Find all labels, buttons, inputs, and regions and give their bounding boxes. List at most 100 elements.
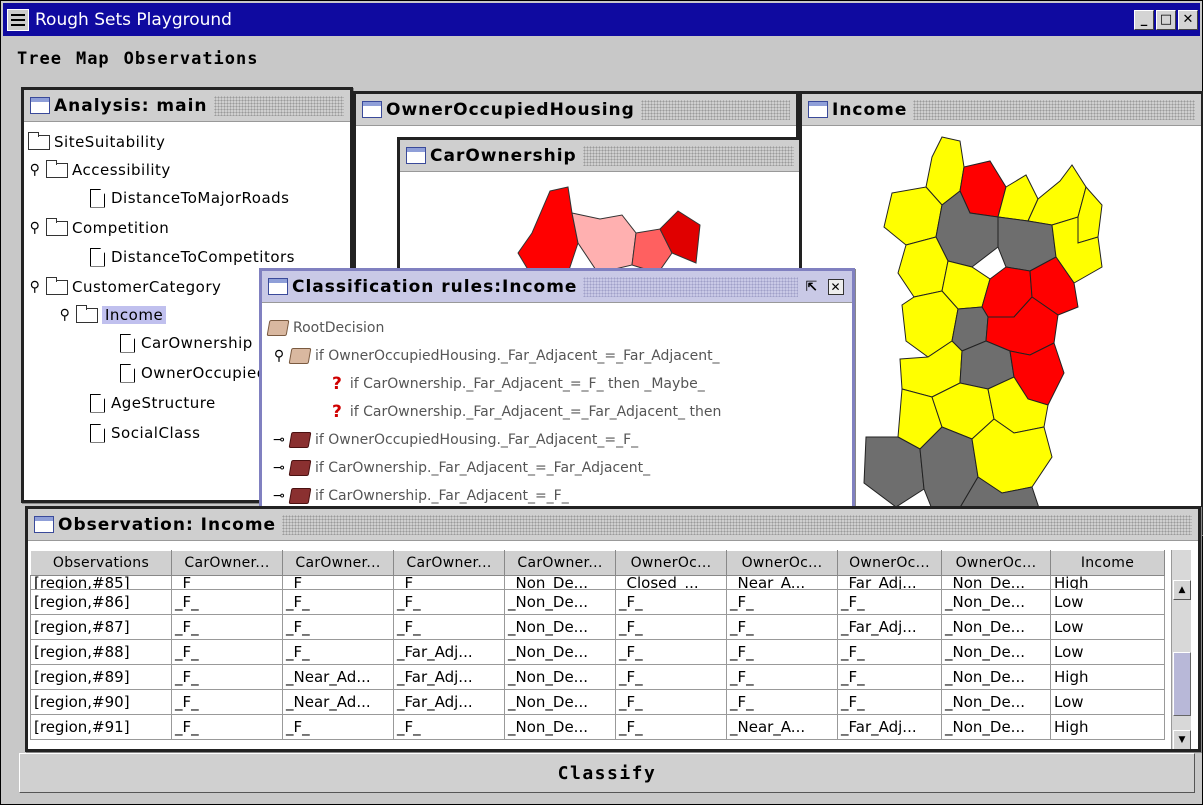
minimize-icon[interactable]: _	[1134, 9, 1154, 30]
table-cell[interactable]: _F_	[171, 639, 283, 665]
tree-node-income[interactable]: ⚲ Income	[58, 304, 167, 326]
tree-node-accessibility[interactable]: ⚲ Accessibility	[28, 159, 171, 181]
table-cell[interactable]: _Non_De...	[504, 589, 616, 615]
table-cell[interactable]: _F_	[282, 614, 394, 640]
table-cell[interactable]: _F_	[726, 664, 838, 690]
region-shape[interactable]	[897, 236, 949, 298]
table-cell[interactable]: [region,#87]	[30, 614, 172, 640]
table-cell[interactable]: _F_	[282, 714, 394, 740]
table-cell[interactable]: _F_	[615, 639, 727, 665]
table-cell[interactable]: _F_	[837, 589, 942, 615]
car-ownership-map-titlebar[interactable]: CarOwnership	[400, 140, 800, 172]
table-cell[interactable]: [region,#88]	[30, 639, 172, 665]
observation-frame-titlebar[interactable]: Observation: Income	[28, 509, 1198, 541]
tree-node-sitesuitability[interactable]: SiteSuitability	[28, 131, 165, 153]
table-cell[interactable]: _Non_De...	[941, 614, 1051, 640]
table-cell[interactable]: _F_	[837, 639, 942, 665]
tree-node-agestructure[interactable]: AgeStructure	[90, 392, 216, 414]
table-cell[interactable]: _F_	[282, 639, 394, 665]
expand-handle-icon[interactable]: ⚲	[28, 220, 42, 236]
table-cell[interactable]: _F_	[615, 664, 727, 690]
column-header[interactable]: OwnerOc...	[615, 550, 727, 576]
table-row[interactable]: [region,#87] _F_ _F_ _F_ _Non_De... _F_ _F_ _Fa…	[30, 614, 1165, 640]
column-header[interactable]: CarOwner...	[171, 550, 283, 576]
table-cell[interactable]: _Non_De...	[504, 689, 616, 715]
analysis-frame-titlebar[interactable]: Analysis: main	[24, 90, 350, 122]
table-cell[interactable]: _Non_De...	[504, 614, 616, 640]
column-header[interactable]: Observations	[30, 550, 172, 576]
region-shape[interactable]	[517, 186, 579, 274]
table-cell[interactable]: Low	[1050, 589, 1165, 615]
column-header[interactable]: OwnerOc...	[941, 550, 1051, 576]
rule-node-root[interactable]: RootDecision	[266, 317, 384, 339]
vertical-scrollbar[interactable]: ▲ ▼	[1171, 550, 1191, 749]
table-cell[interactable]: _Non_De...	[504, 714, 616, 740]
table-cell[interactable]: _Far_Adj...	[393, 689, 505, 715]
column-header[interactable]: CarOwner...	[393, 550, 505, 576]
table-cell[interactable]: _Near_A...	[726, 575, 838, 590]
column-header[interactable]: OwnerOc...	[837, 550, 942, 576]
menu-map[interactable]: Map	[76, 49, 110, 69]
close-icon[interactable]: ✕	[828, 278, 844, 295]
table-row[interactable]: [region,#88] _F_ _F_ _Far_Adj... _Non_De... _…	[30, 639, 1165, 665]
table-cell[interactable]: _F_	[393, 714, 505, 740]
table-cell[interactable]: _F_	[171, 575, 283, 590]
table-cell[interactable]: _F_	[171, 714, 283, 740]
scroll-up-icon[interactable]: ▲	[1173, 580, 1191, 600]
table-cell[interactable]: Low	[1050, 689, 1165, 715]
table-cell[interactable]: _Closed_...	[615, 575, 727, 590]
table-cell[interactable]: _F_	[393, 589, 505, 615]
table-cell[interactable]: _F_	[615, 614, 727, 640]
table-cell[interactable]: _Far_Adj...	[837, 614, 942, 640]
region-shape[interactable]	[1027, 164, 1087, 226]
table-row[interactable]: [region,#89] _F_ _Near_Ad... _Far_Adj... _No…	[30, 664, 1165, 690]
table-cell[interactable]: _F_	[171, 664, 283, 690]
scroll-thumb[interactable]	[1173, 652, 1191, 716]
table-row[interactable]: [region,#90] _F_ _Near_Ad... _Far_Adj... _No…	[30, 689, 1165, 715]
expand-handle-icon[interactable]: ⚲	[28, 162, 42, 178]
table-cell[interactable]: _Non_De...	[504, 575, 616, 590]
collapse-handle-icon[interactable]: ⊸	[272, 432, 286, 448]
table-row[interactable]: [region,#91] _F_ _F_ _F_ _Non_De... _F_ _Near_…	[30, 714, 1165, 740]
table-cell[interactable]: _Near_A...	[726, 714, 838, 740]
table-cell[interactable]: [region,#91]	[30, 714, 172, 740]
close-icon[interactable]: ✕	[1178, 9, 1198, 30]
scroll-down-icon[interactable]: ▼	[1173, 730, 1191, 749]
rule-node-2[interactable]: ⊸ if OwnerOccupiedHousing._Far_Adjacent_=…	[272, 429, 638, 451]
table-cell[interactable]: High	[1050, 664, 1165, 690]
table-cell[interactable]: _F_	[726, 589, 838, 615]
tree-node-competition[interactable]: ⚲ Competition	[28, 217, 169, 239]
table-cell[interactable]: _F_	[726, 639, 838, 665]
collapse-handle-icon[interactable]: ⊸	[272, 488, 286, 504]
table-cell[interactable]: _F_	[615, 689, 727, 715]
maximize-icon[interactable]: □	[1156, 9, 1176, 30]
expand-handle-icon[interactable]: ⚲	[272, 348, 286, 364]
owner-occupied-map-titlebar[interactable]: OwnerOccupiedHousing	[356, 94, 796, 126]
table-cell[interactable]: _Non_De...	[941, 589, 1051, 615]
table-cell[interactable]: _F_	[615, 714, 727, 740]
column-header[interactable]: CarOwner...	[282, 550, 394, 576]
table-cell[interactable]: High	[1050, 575, 1165, 590]
expand-handle-icon[interactable]: ⚲	[28, 279, 42, 295]
table-cell[interactable]: _F_	[393, 614, 505, 640]
table-cell[interactable]: _Far_Adj...	[837, 714, 942, 740]
menu-observations[interactable]: Observations	[124, 49, 259, 69]
rule-node-4[interactable]: ⊸ if CarOwnership._Far_Adjacent_=_F_	[272, 485, 569, 507]
table-cell[interactable]: _F_	[282, 575, 394, 590]
rule-node-1-1[interactable]: ? if CarOwnership._Far_Adjacent_=_F_ then…	[332, 373, 705, 395]
region-shape[interactable]	[883, 186, 943, 246]
classify-button[interactable]: Classify	[19, 753, 1195, 793]
tree-node-carownership[interactable]: CarOwnership	[120, 332, 253, 354]
table-cell[interactable]: _F_	[171, 589, 283, 615]
rule-node-1[interactable]: ⚲ if OwnerOccupiedHousing._Far_Adjacent_=…	[272, 345, 720, 367]
table-cell[interactable]: _Non_De...	[504, 639, 616, 665]
table-cell[interactable]: _Far_Adj...	[393, 664, 505, 690]
table-cell[interactable]: _F_	[837, 664, 942, 690]
expand-handle-icon[interactable]: ⚲	[58, 307, 72, 323]
table-cell[interactable]: [region,#89]	[30, 664, 172, 690]
tree-node-distancetocompetitors[interactable]: DistanceToCompetitors	[90, 246, 295, 268]
income-map-titlebar[interactable]: Income	[802, 94, 1201, 126]
table-cell[interactable]: _F_	[393, 575, 505, 590]
table-cell[interactable]: [region,#90]	[30, 689, 172, 715]
column-header[interactable]: CarOwner...	[504, 550, 616, 576]
